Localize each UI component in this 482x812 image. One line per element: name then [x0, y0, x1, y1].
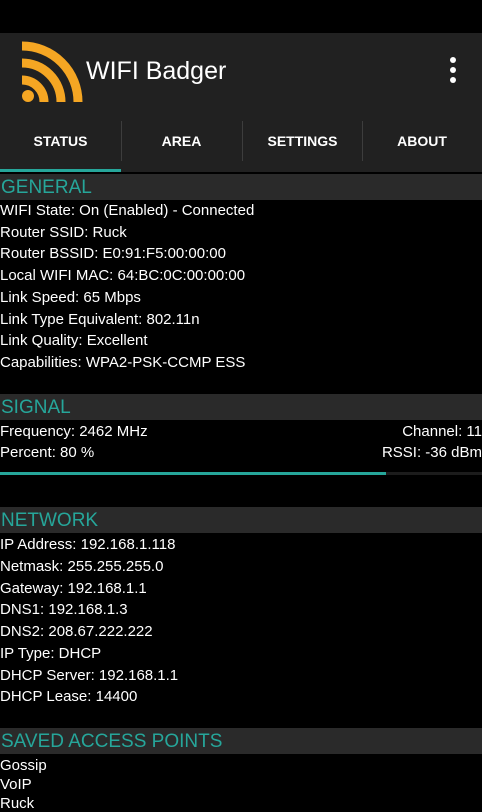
local-wifi-mac: Local WIFI MAC: 64:BC:0C:00:00:00 — [0, 267, 246, 284]
link-type: Link Type Equivalent: 802.11n — [0, 311, 200, 328]
tab-bar: STATUS AREA SETTINGS ABOUT — [0, 113, 482, 172]
tab-label: AREA — [161, 133, 202, 149]
signal-strength-bar — [0, 472, 482, 475]
tab-about[interactable]: ABOUT — [362, 113, 482, 169]
tab-label: SETTINGS — [267, 133, 338, 149]
link-quality: Link Quality: Excellent — [0, 332, 148, 349]
status-bar — [0, 0, 482, 33]
wifi-state: WIFI State: On (Enabled) - Connected — [0, 202, 255, 219]
tab-status[interactable]: STATUS — [0, 113, 121, 169]
link-speed: Link Speed: 65 Mbps — [0, 289, 141, 306]
tab-label: ABOUT — [397, 133, 447, 149]
section-header-signal: SIGNAL — [0, 394, 482, 420]
saved-access-point[interactable]: VoIP — [0, 776, 32, 793]
signal-channel: Channel: 11 — [402, 423, 482, 440]
signal-percent: Percent: 80 % — [0, 444, 95, 461]
ip-type: IP Type: DHCP — [0, 645, 102, 662]
router-bssid: Router BSSID: E0:91:F5:00:00:00 — [0, 245, 226, 262]
more-vert-icon[interactable] — [438, 54, 468, 88]
app-title: WIFI Badger — [86, 57, 227, 85]
dhcp-server: DHCP Server: 192.168.1.1 — [0, 667, 179, 684]
capabilities: Capabilities: WPA2-PSK-CCMP ESS — [0, 354, 246, 371]
ip-address: IP Address: 192.168.1.118 — [0, 536, 176, 553]
dns1: DNS1: 192.168.1.3 — [0, 601, 128, 618]
tab-settings[interactable]: SETTINGS — [242, 113, 363, 169]
dns2: DNS2: 208.67.222.222 — [0, 623, 153, 640]
rss-feed-icon — [21, 41, 83, 103]
section-header-network: NETWORK — [0, 507, 482, 533]
saved-access-point[interactable]: Ruck — [0, 795, 34, 812]
router-ssid: Router SSID: Ruck — [0, 224, 127, 241]
section-header-general: GENERAL — [0, 174, 482, 200]
tab-area[interactable]: AREA — [121, 113, 242, 169]
tab-selected-indicator — [0, 169, 121, 172]
signal-strength-fill — [0, 472, 386, 475]
signal-rssi: RSSI: -36 dBm — [381, 444, 482, 461]
app-bar: WIFI Badger — [0, 33, 482, 113]
netmask: Netmask: 255.255.255.0 — [0, 558, 164, 575]
gateway: Gateway: 192.168.1.1 — [0, 580, 147, 597]
section-header-saved-access-points: SAVED ACCESS POINTS — [0, 728, 482, 754]
dhcp-lease: DHCP Lease: 14400 — [0, 688, 138, 705]
saved-access-point[interactable]: Gossip — [0, 757, 47, 774]
signal-frequency: Frequency: 2462 MHz — [0, 423, 148, 440]
tab-label: STATUS — [33, 133, 88, 149]
